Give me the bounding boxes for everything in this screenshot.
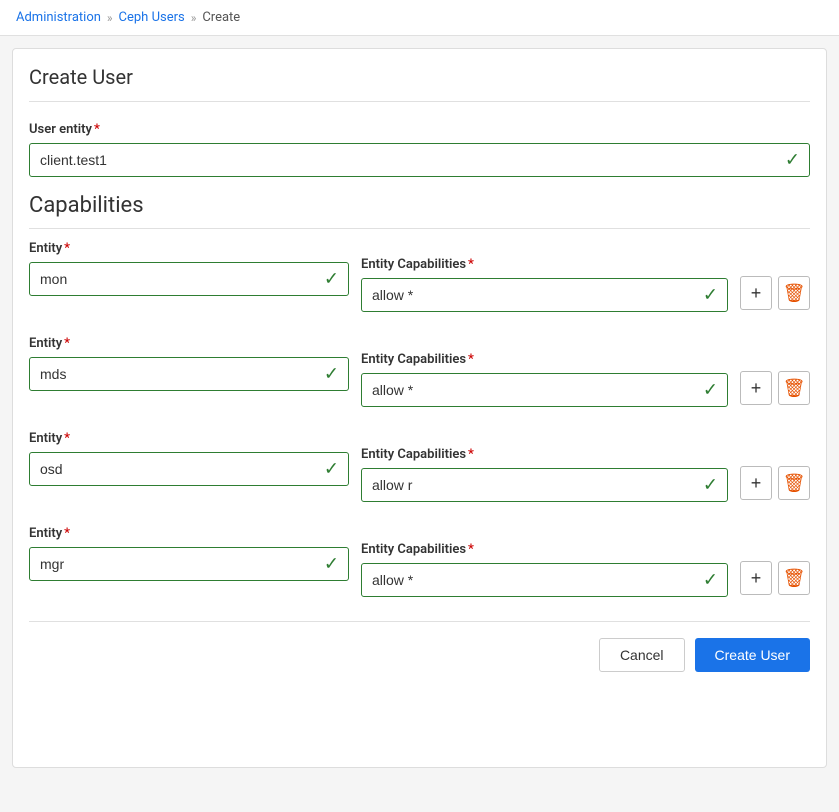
- delete-capability-button-3[interactable]: 🗑: [778, 561, 810, 595]
- caps-wrapper-1: ✓: [361, 373, 728, 407]
- caps-section-2: Entity Capabilities* ✓: [361, 447, 728, 502]
- caps-input-0[interactable]: [361, 278, 728, 312]
- entity-required-1: *: [64, 336, 70, 351]
- entity-label-2: Entity*: [29, 431, 349, 446]
- caps-input-3[interactable]: [361, 563, 728, 597]
- entity-check-icon-0: ✓: [324, 269, 339, 290]
- add-capability-button-0[interactable]: +: [740, 276, 772, 310]
- add-capability-button-1[interactable]: +: [740, 371, 772, 405]
- capability-actions-3: + 🗑: [740, 561, 810, 597]
- capability-row: Entity* ✓ Entity Capabilities* ✓ + 🗑: [29, 336, 810, 407]
- entity-required-0: *: [64, 241, 70, 256]
- entity-check-icon-2: ✓: [324, 459, 339, 480]
- entity-check-icon-1: ✓: [324, 364, 339, 385]
- user-entity-section: User entity* ✓: [29, 122, 810, 177]
- breadcrumb-ceph-users[interactable]: Ceph Users: [119, 10, 185, 25]
- caps-section-0: Entity Capabilities* ✓: [361, 257, 728, 312]
- entity-input-1[interactable]: [29, 357, 349, 391]
- caps-required-3: *: [468, 542, 474, 557]
- capabilities-title: Capabilities: [29, 193, 810, 229]
- caps-check-icon-3: ✓: [703, 570, 718, 591]
- caps-label-0: Entity Capabilities*: [361, 257, 728, 272]
- entity-label-3: Entity*: [29, 526, 349, 541]
- entity-section-3: Entity* ✓: [29, 526, 349, 597]
- add-capability-button-2[interactable]: +: [740, 466, 772, 500]
- entity-wrapper-0: ✓: [29, 262, 349, 296]
- caps-check-icon-2: ✓: [703, 475, 718, 496]
- capability-row: Entity* ✓ Entity Capabilities* ✓ + 🗑: [29, 241, 810, 312]
- breadcrumb-create: Create: [202, 10, 240, 25]
- required-star-entity: *: [94, 122, 100, 137]
- entity-section-0: Entity* ✓: [29, 241, 349, 312]
- entity-label-0: Entity*: [29, 241, 349, 256]
- capability-actions-2: + 🗑: [740, 466, 810, 502]
- delete-capability-button-1[interactable]: 🗑: [778, 371, 810, 405]
- capability-row: Entity* ✓ Entity Capabilities* ✓ + 🗑: [29, 431, 810, 502]
- page-title: Create User: [29, 65, 810, 102]
- delete-capability-button-2[interactable]: 🗑: [778, 466, 810, 500]
- cancel-button[interactable]: Cancel: [599, 638, 685, 672]
- user-entity-check-icon: ✓: [785, 150, 800, 171]
- caps-label-3: Entity Capabilities*: [361, 542, 728, 557]
- capabilities-container: Entity* ✓ Entity Capabilities* ✓ + 🗑: [29, 241, 810, 597]
- entity-input-2[interactable]: [29, 452, 349, 486]
- entity-section-2: Entity* ✓: [29, 431, 349, 502]
- page-container: Create User User entity* ✓ Capabilities …: [12, 48, 827, 768]
- user-entity-label: User entity*: [29, 122, 810, 137]
- entity-wrapper-3: ✓: [29, 547, 349, 581]
- caps-wrapper-3: ✓: [361, 563, 728, 597]
- caps-check-icon-0: ✓: [703, 285, 718, 306]
- caps-label-1: Entity Capabilities*: [361, 352, 728, 367]
- delete-capability-button-0[interactable]: 🗑: [778, 276, 810, 310]
- capability-actions-1: + 🗑: [740, 371, 810, 407]
- user-entity-input[interactable]: [29, 143, 810, 177]
- breadcrumb-separator-2: »: [191, 11, 197, 25]
- caps-wrapper-2: ✓: [361, 468, 728, 502]
- caps-input-1[interactable]: [361, 373, 728, 407]
- breadcrumb-separator-1: »: [107, 11, 113, 25]
- entity-required-3: *: [64, 526, 70, 541]
- caps-required-0: *: [468, 257, 474, 272]
- entity-check-icon-3: ✓: [324, 554, 339, 575]
- entity-input-3[interactable]: [29, 547, 349, 581]
- entity-wrapper-1: ✓: [29, 357, 349, 391]
- entity-wrapper-2: ✓: [29, 452, 349, 486]
- create-user-button[interactable]: Create User: [695, 638, 810, 672]
- capability-row: Entity* ✓ Entity Capabilities* ✓ + 🗑: [29, 526, 810, 597]
- entity-required-2: *: [64, 431, 70, 446]
- form-footer: Cancel Create User: [29, 621, 810, 672]
- entity-section-1: Entity* ✓: [29, 336, 349, 407]
- caps-section-1: Entity Capabilities* ✓: [361, 352, 728, 407]
- entity-label-1: Entity*: [29, 336, 349, 351]
- breadcrumb-administration[interactable]: Administration: [16, 10, 101, 25]
- caps-label-2: Entity Capabilities*: [361, 447, 728, 462]
- add-capability-button-3[interactable]: +: [740, 561, 772, 595]
- capability-actions-0: + 🗑: [740, 276, 810, 312]
- breadcrumb: Administration » Ceph Users » Create: [0, 0, 839, 36]
- caps-check-icon-1: ✓: [703, 380, 718, 401]
- caps-input-2[interactable]: [361, 468, 728, 502]
- caps-required-1: *: [468, 352, 474, 367]
- caps-section-3: Entity Capabilities* ✓: [361, 542, 728, 597]
- user-entity-wrapper: ✓: [29, 143, 810, 177]
- entity-input-0[interactable]: [29, 262, 349, 296]
- caps-wrapper-0: ✓: [361, 278, 728, 312]
- caps-required-2: *: [468, 447, 474, 462]
